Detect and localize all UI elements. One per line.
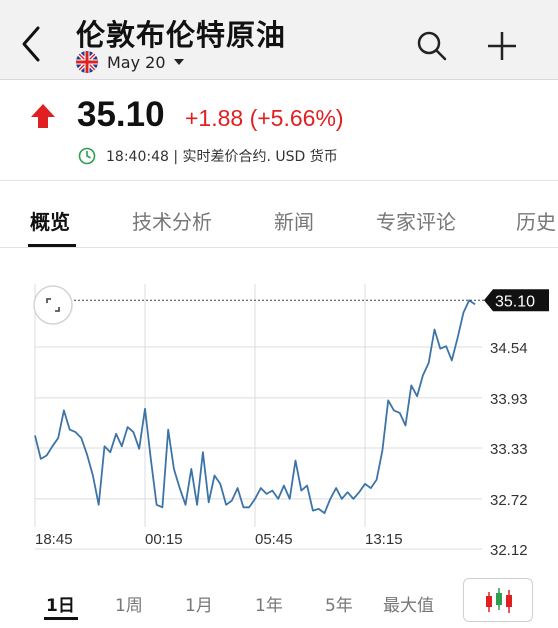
uk-flag-icon	[76, 51, 98, 73]
candlestick-icon	[486, 588, 512, 613]
tab-news[interactable]: 新闻	[274, 206, 314, 235]
current-price-tag: 35.10	[484, 289, 549, 312]
last-price: 35.10	[77, 95, 165, 134]
quote-time-info: 18:40:48 | 实时差价合约. USD 货币	[106, 149, 338, 165]
y-tick-label: 32.72	[490, 492, 528, 509]
tab-overview[interactable]: 概览	[30, 206, 70, 235]
instrument-title: 伦敦布伦特原油	[76, 18, 287, 52]
x-tick-label: 18:45	[35, 531, 73, 548]
chevron-down-icon	[173, 59, 184, 65]
active-tab-indicator	[28, 244, 76, 247]
x-tick-label: 00:15	[145, 531, 183, 548]
search-icon[interactable]	[414, 28, 450, 64]
tab-technical[interactable]: 技术分析	[132, 206, 212, 235]
tab-analysis[interactable]: 专家评论	[376, 206, 456, 235]
app-header: 伦敦布伦特原油 May 20	[0, 0, 558, 80]
up-arrow-icon	[30, 103, 56, 129]
date-label: May 20	[107, 52, 166, 72]
date-selector[interactable]: May 20	[76, 50, 184, 74]
range-1m[interactable]: 1月	[185, 591, 213, 616]
candlestick-chart-button[interactable]	[463, 578, 533, 622]
x-tick-label: 05:45	[255, 531, 293, 548]
price-chart-svg: 34.54 33.93 33.33 32.72 32.12 18:45 00:15 05:45…	[33, 284, 549, 559]
active-range-indicator	[44, 617, 78, 620]
plus-icon[interactable]	[484, 28, 520, 64]
clock-icon	[78, 147, 96, 165]
tab-history[interactable]: 历史	[516, 206, 556, 235]
range-1w[interactable]: 1周	[115, 591, 143, 616]
range-1y[interactable]: 1年	[255, 591, 283, 616]
range-max[interactable]: 最大值	[383, 591, 434, 616]
range-5y[interactable]: 5年	[325, 591, 353, 616]
y-tick-label: 32.12	[490, 542, 528, 559]
time-range-selector: 1日 1周 1月 1年 5年 最大值	[0, 575, 558, 628]
back-chevron-icon[interactable]	[14, 22, 50, 66]
y-tick-label: 34.54	[490, 340, 528, 357]
quote-panel: 35.10 +1.88 (+5.66%) 18:40:48 | 实时差价合约. …	[0, 81, 558, 181]
price-change: +1.88 (+5.66%)	[185, 105, 344, 131]
y-tick-label: 33.93	[490, 391, 528, 408]
section-tabs: 概览 技术分析 新闻 专家评论 历史	[0, 190, 558, 248]
y-tick-label: 33.33	[490, 441, 528, 458]
x-tick-label: 13:15	[365, 531, 403, 548]
expand-icon[interactable]	[33, 285, 73, 325]
current-price-label: 35.10	[495, 293, 535, 310]
range-1d[interactable]: 1日	[46, 591, 75, 616]
price-chart[interactable]: 34.54 33.93 33.33 32.72 32.12 18:45 00:15 05:45…	[0, 262, 558, 562]
